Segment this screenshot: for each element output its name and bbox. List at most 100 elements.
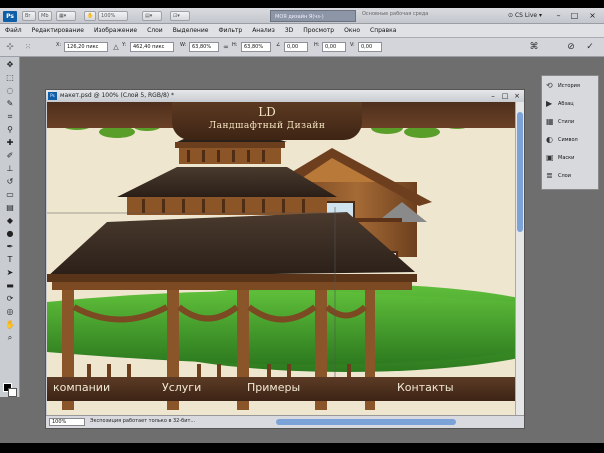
- menu-analysis[interactable]: Анализ: [252, 27, 275, 34]
- reference-point-icon[interactable]: ⁙: [22, 41, 34, 53]
- panel-styles[interactable]: ▦ Стили: [544, 114, 598, 130]
- x-label: X:: [56, 42, 62, 48]
- vertical-scrollbar[interactable]: [515, 102, 524, 415]
- document-status-bar: 100% Экспозиция работает только в 32-бит…: [46, 415, 524, 428]
- crop-tool-icon[interactable]: ⌗: [4, 111, 16, 123]
- y-label: Y:: [122, 42, 127, 48]
- height-field[interactable]: 63,80%: [241, 42, 271, 52]
- workspace-other[interactable]: Основные рабочая среда: [362, 11, 428, 17]
- bridge-button[interactable]: Br: [22, 11, 36, 21]
- menu-help[interactable]: Справка: [370, 27, 396, 34]
- vertical-scroll-thumb[interactable]: [517, 112, 523, 232]
- panel-history[interactable]: ⟲ История: [544, 78, 598, 94]
- masks-icon: ▣: [546, 153, 554, 162]
- horizontal-scroll-thumb[interactable]: [276, 419, 456, 425]
- hskew-field[interactable]: 0,00: [322, 42, 346, 52]
- angle-field[interactable]: 0,00: [284, 42, 308, 52]
- menu-window[interactable]: Окно: [344, 27, 360, 34]
- shape-tool-icon[interactable]: ▬: [4, 280, 16, 292]
- background-color-swatch[interactable]: [8, 388, 17, 397]
- mini-bridge-button[interactable]: Mb: [38, 11, 52, 21]
- lasso-tool-icon[interactable]: ◌: [4, 85, 16, 97]
- hand-icon[interactable]: ✋: [84, 11, 96, 21]
- zoom-tool-icon[interactable]: ⌕: [4, 332, 16, 344]
- document-title: макет.psd @ 100% (Слой 5, RGB/8) *: [60, 92, 175, 99]
- hand-tool-icon[interactable]: ✋: [4, 319, 16, 331]
- panel-layers-label: Слои: [558, 173, 571, 179]
- document-ps-icon: Ps: [48, 92, 57, 100]
- doc-close-button[interactable]: ×: [512, 91, 522, 101]
- x-field[interactable]: 126,20 пикс: [64, 42, 108, 52]
- arrange-documents-button[interactable]: ▤▾: [142, 11, 162, 21]
- blur-tool-icon[interactable]: ◆: [4, 215, 16, 227]
- width-label: W:: [180, 42, 187, 48]
- screen-mode-button[interactable]: ⊡▾: [170, 11, 190, 21]
- tools-panel: ✥ ⬚ ◌ ✎ ⌗ ⚲ ✚ ✐ ⊥ ↺ ▭ ▤ ◆ ● ✒ T ➤ ▬ ⟳ ◎ …: [0, 57, 20, 397]
- view-extras-button[interactable]: ▦▾: [56, 11, 76, 21]
- gradient-tool-icon[interactable]: ▤: [4, 202, 16, 214]
- site-nav-item: Примеры: [247, 381, 301, 394]
- panel-character[interactable]: ◐ Символ: [544, 132, 598, 148]
- 3d-rotate-tool-icon[interactable]: ⟳: [4, 293, 16, 305]
- hskew-label: H:: [314, 42, 320, 48]
- move-tool-icon[interactable]: ✥: [4, 59, 16, 71]
- vskew-label: V:: [350, 42, 355, 48]
- panel-masks-label: Маски: [558, 155, 575, 161]
- maximize-button[interactable]: □: [568, 10, 581, 22]
- width-field[interactable]: 63,80%: [189, 42, 219, 52]
- adjustments-icon: ◐: [546, 135, 553, 144]
- transform-tool-icon[interactable]: ⊹: [4, 41, 16, 53]
- vskew-field[interactable]: 0,00: [358, 42, 382, 52]
- layers-icon: ≣: [546, 171, 553, 180]
- pen-tool-icon[interactable]: ✒: [4, 241, 16, 253]
- 3d-orbit-tool-icon[interactable]: ◎: [4, 306, 16, 318]
- minimize-button[interactable]: –: [552, 10, 565, 22]
- eyedropper-tool-icon[interactable]: ⚲: [4, 124, 16, 136]
- panel-layers[interactable]: ≣ Слои: [544, 168, 598, 184]
- site-logo-text: Ландшафтный Дизайн: [208, 121, 326, 131]
- close-button[interactable]: ×: [586, 10, 599, 22]
- document-tab[interactable]: Ps макет.psd @ 100% (Слой 5, RGB/8) *: [46, 90, 524, 102]
- cancel-transform-icon[interactable]: ⊘: [565, 41, 577, 53]
- status-text: Экспозиция работает только в 32-бит...: [90, 418, 196, 424]
- relative-position-icon[interactable]: △: [110, 41, 122, 53]
- quick-select-tool-icon[interactable]: ✎: [4, 98, 16, 110]
- menu-layers[interactable]: Слои: [147, 27, 163, 34]
- menu-file[interactable]: Файл: [5, 27, 22, 34]
- y-field[interactable]: 462,40 пикс: [130, 42, 174, 52]
- marquee-tool-icon[interactable]: ⬚: [4, 72, 16, 84]
- menu-select[interactable]: Выделение: [173, 27, 209, 34]
- eraser-tool-icon[interactable]: ▭: [4, 189, 16, 201]
- commit-transform-icon[interactable]: ✓: [584, 41, 596, 53]
- panel-history-label: История: [558, 83, 580, 89]
- document-canvas[interactable]: LD Ландшафтный Дизайн компании Услуги Пр…: [47, 102, 515, 415]
- zoom-level-chip[interactable]: 100%: [98, 11, 128, 21]
- cs-live-button[interactable]: ⊙ CS Live ▾: [508, 10, 542, 22]
- menu-edit[interactable]: Редактирование: [32, 27, 84, 34]
- menu-3d[interactable]: 3D: [285, 27, 293, 34]
- path-select-tool-icon[interactable]: ➤: [4, 267, 16, 279]
- brush-tool-icon[interactable]: ✐: [4, 150, 16, 162]
- type-tool-icon[interactable]: T: [4, 254, 16, 266]
- link-icon[interactable]: ∞: [220, 41, 232, 53]
- panel-paragraph[interactable]: ▶ Абзац: [544, 96, 598, 112]
- history-brush-tool-icon[interactable]: ↺: [4, 176, 16, 188]
- menu-view[interactable]: Просмотр: [303, 27, 334, 34]
- healing-tool-icon[interactable]: ✚: [4, 137, 16, 149]
- panel-masks[interactable]: ▣ Маски: [544, 150, 598, 166]
- website-mockup-art: [47, 102, 515, 415]
- stamp-tool-icon[interactable]: ⊥: [4, 163, 16, 175]
- site-logo-mark: LD: [258, 105, 276, 119]
- doc-minimize-button[interactable]: –: [488, 91, 498, 101]
- dodge-tool-icon[interactable]: ●: [4, 228, 16, 240]
- menu-bar: Файл Редактирование Изображение Слои Выд…: [0, 24, 604, 38]
- panel-styles-label: Стили: [558, 119, 575, 125]
- workspace-active[interactable]: МОЯ дизайн Я(чз-): [270, 10, 356, 22]
- site-nav-item: Услуги: [162, 381, 202, 394]
- menu-image[interactable]: Изображение: [94, 27, 137, 34]
- photoshop-logo: Ps: [3, 11, 17, 22]
- warp-mode-icon[interactable]: ⌘: [528, 41, 540, 53]
- menu-filter[interactable]: Фильтр: [218, 27, 242, 34]
- zoom-field[interactable]: 100%: [49, 418, 85, 426]
- doc-maximize-button[interactable]: □: [500, 91, 510, 101]
